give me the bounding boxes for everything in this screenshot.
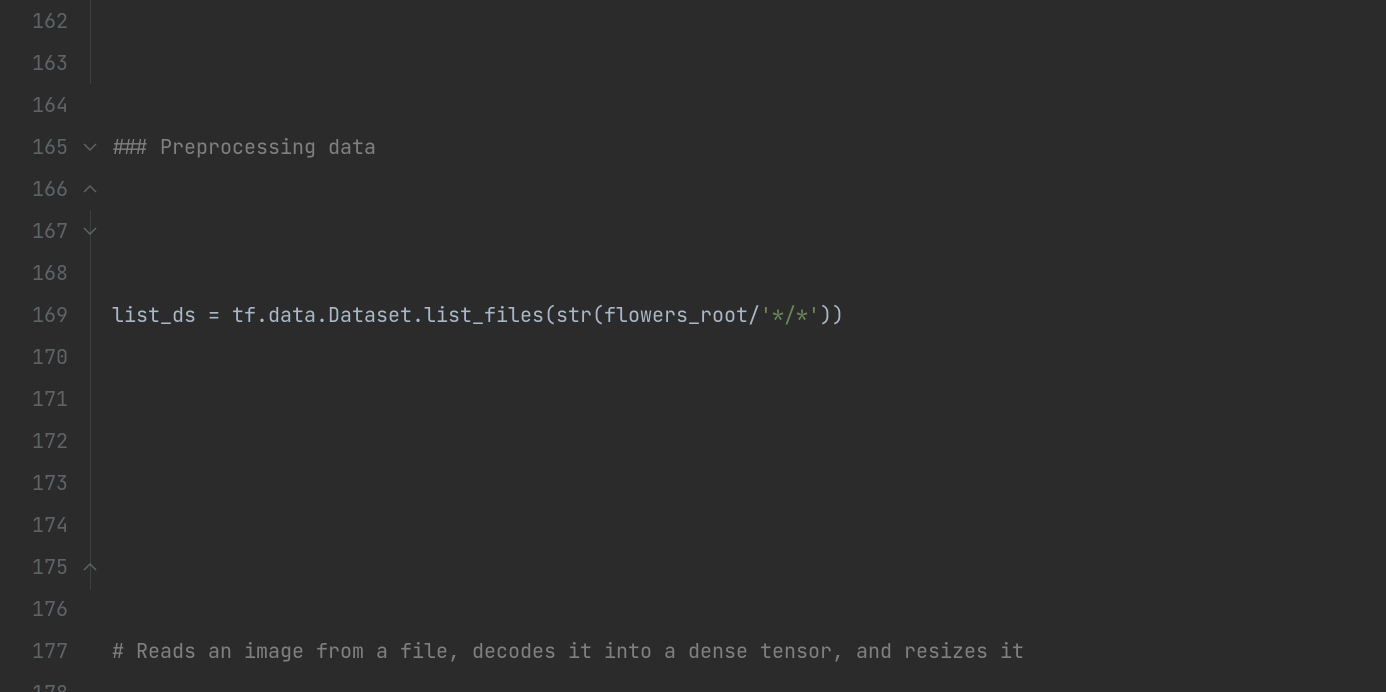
line-number-gutter: 162 163 164 165 166 167 168 169 170 171 … (0, 0, 80, 692)
line-number: 178 (0, 672, 68, 692)
line-number: 163 (0, 42, 68, 84)
string-literal: '*/*' (760, 302, 820, 328)
fold-close-icon[interactable] (82, 559, 98, 575)
comment-text: # Reads an image from a file, decodes it… (112, 638, 1024, 664)
code-line[interactable]: list_ds = tf.data.Dataset.list_files(str… (112, 294, 1386, 336)
fold-gutter (80, 0, 104, 692)
code-editor[interactable]: 162 163 164 165 166 167 168 169 170 171 … (0, 0, 1386, 692)
line-number: 177 (0, 630, 68, 672)
code-text: )) (820, 302, 844, 328)
code-line[interactable]: # Reads an image from a file, decodes it… (112, 630, 1386, 672)
fold-close-icon[interactable] (82, 181, 98, 197)
indent-guide (90, 210, 91, 590)
code-line[interactable]: ### Preprocessing data (112, 126, 1386, 168)
line-number: 169 (0, 294, 68, 336)
line-number: 164 (0, 84, 68, 126)
line-number: 162 (0, 0, 68, 42)
line-number: 168 (0, 252, 68, 294)
line-number: 173 (0, 462, 68, 504)
code-text: list_ds = tf.data.Dataset.list_files(str… (112, 302, 760, 328)
line-number: 176 (0, 588, 68, 630)
code-area[interactable]: ### Preprocessing data list_ds = tf.data… (104, 0, 1386, 692)
fold-open-icon[interactable] (82, 139, 98, 155)
line-number: 165 (0, 126, 68, 168)
line-number: 166 (0, 168, 68, 210)
line-number: 175 (0, 546, 68, 588)
line-number: 170 (0, 336, 68, 378)
indent-guide (90, 0, 91, 84)
line-number: 172 (0, 420, 68, 462)
comment-text: ### Preprocessing data (112, 134, 376, 160)
line-number: 171 (0, 378, 68, 420)
line-number: 167 (0, 210, 68, 252)
line-number: 174 (0, 504, 68, 546)
fold-open-icon[interactable] (82, 223, 98, 239)
code-line[interactable] (112, 462, 1386, 504)
